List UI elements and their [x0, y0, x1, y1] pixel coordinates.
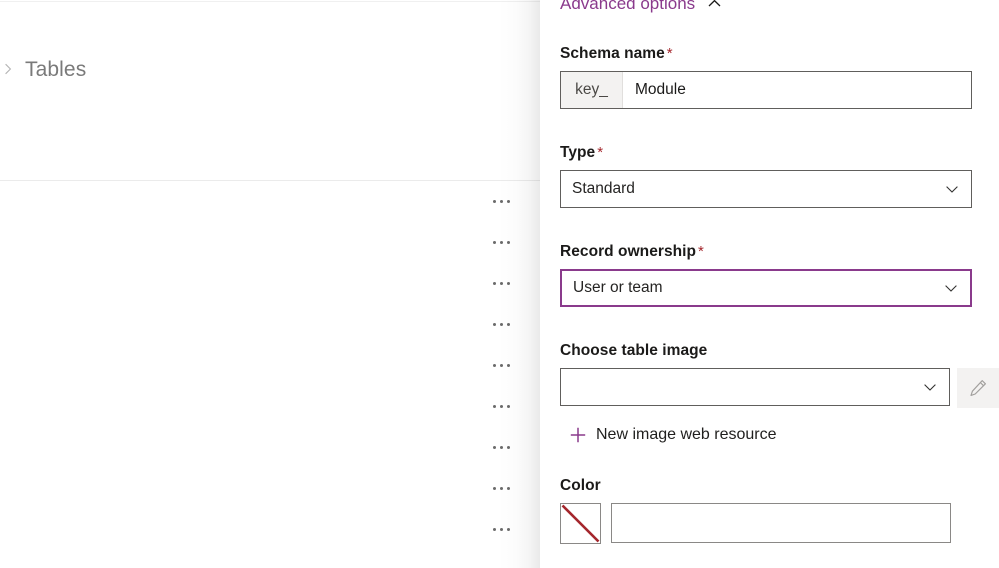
choose-table-image-field: Choose table image New image web resourc… — [560, 343, 999, 449]
row-more-icon[interactable] — [485, 354, 517, 378]
choose-table-image-label: Choose table image — [560, 342, 708, 359]
row-more-icon[interactable] — [485, 231, 517, 255]
advanced-options-toggle[interactable]: Advanced options — [560, 0, 722, 15]
tables-list-background: Tables — [0, 0, 540, 568]
choose-table-image-row — [560, 367, 999, 408]
row-more-icon[interactable] — [485, 313, 517, 337]
breadcrumb[interactable]: Tables — [0, 52, 86, 86]
record-ownership-field: Record ownership * User or team — [560, 244, 972, 307]
row-more-icon[interactable] — [485, 272, 517, 296]
table-row[interactable] — [0, 509, 540, 550]
table-row[interactable] — [0, 468, 540, 509]
table-row[interactable] — [0, 304, 540, 345]
breadcrumb-label: Tables — [25, 57, 87, 81]
new-image-web-resource-label: New image web resource — [596, 425, 777, 443]
table-row[interactable] — [0, 345, 540, 386]
schema-name-prefix: key_ — [561, 71, 623, 108]
row-more-icon[interactable] — [485, 436, 517, 460]
chevron-down-icon — [933, 171, 971, 207]
row-more-icon[interactable] — [485, 190, 517, 214]
table-image-selected-value — [561, 369, 911, 405]
app-root: Tables Advanced options Schema name * ke… — [0, 0, 999, 568]
schema-name-label-text: Schema name — [560, 45, 665, 62]
chevron-right-icon — [1, 62, 15, 76]
table-row[interactable] — [0, 181, 540, 222]
row-more-icon[interactable] — [485, 477, 517, 501]
table-row[interactable] — [0, 427, 540, 468]
new-image-web-resource-link[interactable]: New image web resource — [569, 421, 999, 449]
record-ownership-selected-value: User or team — [573, 278, 663, 296]
required-asterisk: * — [698, 243, 704, 260]
schema-name-input-wrapper[interactable]: key_ Module — [560, 70, 972, 109]
table-row[interactable] — [0, 386, 540, 427]
type-label: Type * — [560, 145, 972, 161]
type-dropdown[interactable]: Standard — [560, 169, 972, 208]
table-row[interactable] — [0, 222, 540, 263]
chevron-down-icon — [932, 271, 970, 305]
new-table-properties-panel: Advanced options Schema name * key_ Modul… — [540, 0, 999, 568]
row-more-icon[interactable] — [485, 518, 517, 542]
color-swatch-button[interactable] — [560, 502, 601, 544]
table-row[interactable] — [0, 263, 540, 304]
advanced-options-label: Advanced options — [560, 0, 696, 13]
row-more-icon[interactable] — [485, 395, 517, 419]
schema-name-field: Schema name * key_ Module — [560, 46, 972, 109]
type-label-text: Type — [560, 144, 596, 161]
color-row — [560, 502, 992, 544]
schema-name-label: Schema name * — [560, 46, 972, 62]
table-rows — [0, 181, 540, 550]
color-input[interactable] — [611, 502, 951, 543]
record-ownership-dropdown[interactable]: User or team — [560, 268, 972, 307]
required-asterisk: * — [666, 45, 673, 62]
top-rule — [0, 1, 540, 2]
color-label: Color — [560, 477, 601, 494]
record-ownership-label-text: Record ownership — [560, 243, 697, 260]
no-color-diagonal-icon — [561, 504, 600, 543]
plus-icon — [569, 426, 587, 444]
edit-image-button[interactable] — [957, 367, 999, 408]
table-image-dropdown[interactable] — [560, 367, 950, 406]
type-selected-value: Standard — [572, 179, 635, 197]
chevron-up-icon — [707, 0, 722, 11]
schema-name-input[interactable]: Module — [623, 72, 971, 108]
record-ownership-label: Record ownership * — [560, 244, 972, 260]
required-asterisk: * — [597, 144, 604, 161]
type-field: Type * Standard — [560, 145, 972, 208]
chevron-down-icon — [911, 369, 949, 405]
color-field: Color — [560, 478, 992, 544]
pencil-icon — [967, 377, 989, 399]
